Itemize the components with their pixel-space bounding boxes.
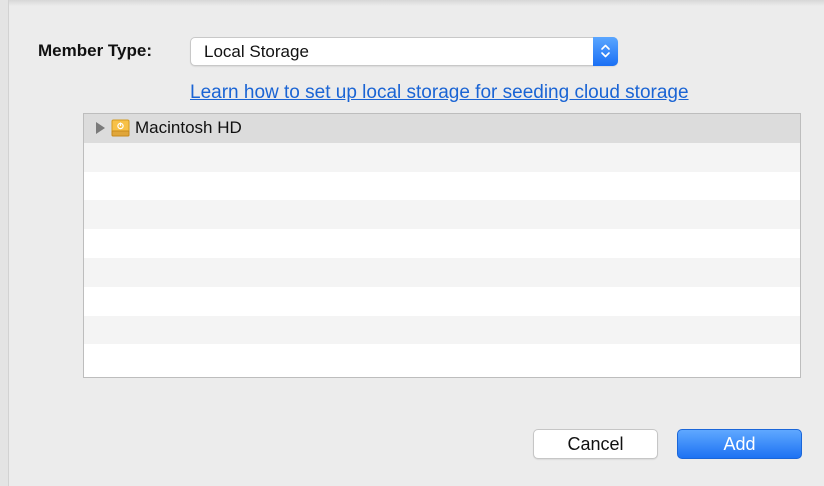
member-type-row: Member Type: Local Storage xyxy=(38,34,618,68)
list-row-empty xyxy=(84,344,800,373)
list-row-empty xyxy=(84,229,800,258)
list-row-empty xyxy=(84,315,800,345)
cancel-button[interactable]: Cancel xyxy=(533,429,658,459)
volume-name: Macintosh HD xyxy=(135,118,242,138)
member-type-select[interactable]: Local Storage xyxy=(190,36,618,66)
volume-list[interactable]: Macintosh HD xyxy=(83,113,801,378)
chevron-up-down-icon xyxy=(593,36,618,66)
list-row-empty xyxy=(84,200,800,230)
add-member-dialog: Member Type: Local Storage Learn how to … xyxy=(0,0,824,486)
internal-disk-icon xyxy=(111,118,130,138)
local-storage-help-link[interactable]: Learn how to set up local storage for se… xyxy=(190,82,689,104)
list-row-empty xyxy=(84,287,800,316)
list-row-empty xyxy=(84,257,800,287)
member-type-value: Local Storage xyxy=(204,41,309,61)
member-type-label: Member Type: xyxy=(38,41,152,60)
disclosure-triangle-icon[interactable] xyxy=(96,122,105,135)
list-row-empty xyxy=(84,142,800,172)
list-row-empty xyxy=(84,172,800,201)
volume-row-macintosh-hd[interactable]: Macintosh HD xyxy=(84,114,800,143)
window-edge xyxy=(0,0,9,486)
add-button[interactable]: Add xyxy=(677,429,802,459)
title-bar-shadow xyxy=(0,0,824,6)
